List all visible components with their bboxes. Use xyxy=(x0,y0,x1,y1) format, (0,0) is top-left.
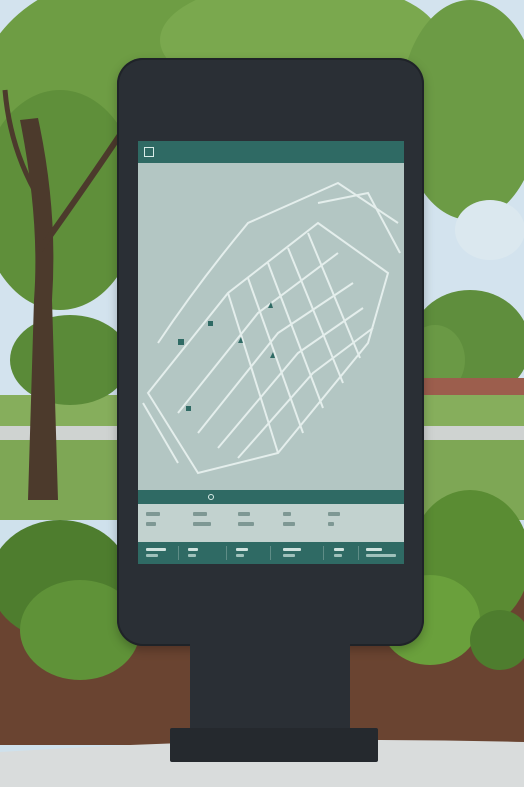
legend-item xyxy=(193,522,211,526)
bottom-bar-item-detail xyxy=(236,554,244,557)
info-icon xyxy=(208,494,214,500)
screen-bottom-bar xyxy=(138,542,404,564)
kiosk-base xyxy=(170,728,378,762)
kiosk-neck xyxy=(190,640,350,740)
legend-item xyxy=(283,522,295,526)
bottom-bar-item[interactable] xyxy=(283,548,301,551)
map-info-band xyxy=(138,490,404,504)
legend-item xyxy=(193,512,207,516)
divider xyxy=(226,546,227,560)
bottom-bar-item[interactable] xyxy=(146,548,166,551)
bottom-bar-item-detail xyxy=(146,554,158,557)
campus-map[interactable] xyxy=(138,163,404,490)
divider xyxy=(270,546,271,560)
legend-item xyxy=(328,522,334,526)
legend-item xyxy=(146,522,156,526)
bottom-bar-item-detail xyxy=(334,554,342,557)
legend-item xyxy=(283,512,291,516)
legend-item xyxy=(238,512,250,516)
divider xyxy=(358,546,359,560)
screen-header xyxy=(138,141,404,163)
bottom-bar-item[interactable] xyxy=(334,548,344,551)
bottom-bar-item[interactable] xyxy=(366,548,382,551)
map-icon xyxy=(144,147,154,157)
bottom-bar-item-detail xyxy=(283,554,295,557)
bottom-bar-item[interactable] xyxy=(188,548,198,551)
divider xyxy=(178,546,179,560)
kiosk-screen[interactable] xyxy=(138,141,404,564)
divider xyxy=(323,546,324,560)
bottom-bar-item-detail xyxy=(188,554,196,557)
legend-item xyxy=(238,522,254,526)
bottom-bar-item-detail xyxy=(366,554,396,557)
legend-item xyxy=(328,512,340,516)
bottom-bar-item[interactable] xyxy=(236,548,248,551)
legend-item xyxy=(146,512,160,516)
map-legend xyxy=(138,504,404,542)
